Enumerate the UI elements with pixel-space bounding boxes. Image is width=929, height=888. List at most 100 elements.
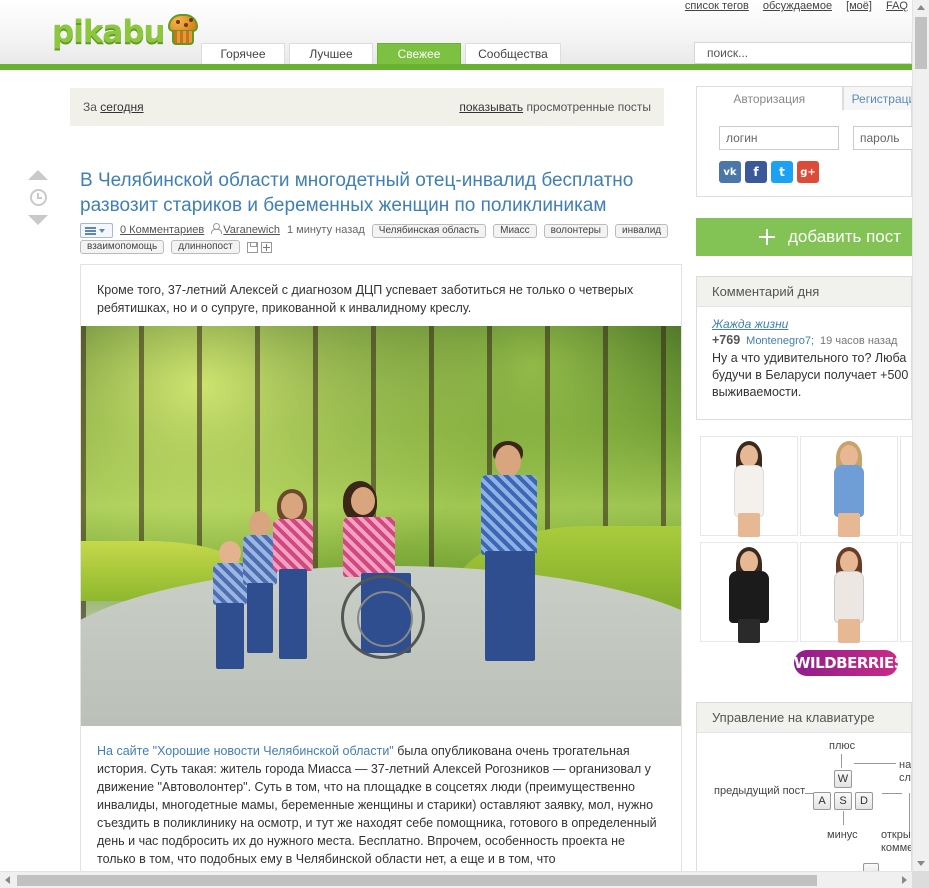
add-post-button[interactable]: добавить пост	[696, 218, 912, 256]
show-viewed-link[interactable]: показывать	[459, 100, 523, 114]
period-select[interactable]: сегодня	[100, 100, 143, 114]
story-toggle-button[interactable]	[80, 223, 113, 238]
key-a: A	[813, 792, 831, 810]
top-links: список тегов обсуждаемое [моё] FAQ	[685, 0, 908, 12]
horizontal-scroll-thumb[interactable]	[17, 875, 817, 886]
comment-author[interactable]: Montenegro7;	[746, 335, 814, 347]
ad-product-image[interactable]	[900, 436, 912, 536]
tag[interactable]: волонтеры	[543, 223, 608, 238]
header-divider	[0, 64, 912, 70]
key-s: S	[834, 792, 852, 810]
tags-list-link[interactable]: список тегов	[685, 0, 749, 12]
tag[interactable]: Челябинская область	[371, 223, 487, 238]
ad-product-image[interactable]	[900, 542, 912, 642]
viewed-filter: показывать просмотренные посты	[459, 100, 651, 114]
list-icon	[85, 226, 96, 235]
login-input[interactable]: логин	[719, 126, 839, 150]
key-label-minus: минус	[827, 829, 858, 841]
post-title[interactable]: В Челябинской области многодетный отец-и…	[80, 168, 680, 218]
tag[interactable]: длиннопост	[171, 240, 240, 254]
add-post-label: добавить пост	[788, 227, 902, 246]
author-link[interactable]: Varanewich	[223, 221, 280, 240]
period-prefix: За	[83, 100, 97, 114]
logo[interactable]: pikabu	[52, 10, 200, 54]
save-icon[interactable]	[246, 241, 258, 253]
vertical-scroll-thumb[interactable]	[915, 17, 927, 69]
ad-product-image[interactable]	[700, 436, 798, 537]
tab-registration[interactable]: Регистрация	[842, 86, 912, 111]
chevron-down-icon	[99, 228, 105, 233]
keyboard-help: Управление на клавиатуре плюс начало сле…	[696, 702, 912, 888]
downvote-icon[interactable]	[28, 215, 48, 225]
wildberries-logo[interactable]: WILDBERRIES	[794, 650, 905, 676]
article-text: была опубликована очень трогательная ист…	[97, 744, 657, 866]
key-w: W	[834, 770, 852, 788]
key-label-next: начало следующего	[899, 759, 911, 784]
comment-post-link[interactable]: Жажда жизни	[712, 317, 911, 331]
comment-text: Ну а что удивительного то? Люба будучи в…	[712, 351, 909, 399]
post-time: 1 минуту назад	[286, 224, 365, 236]
comment-of-day-heading: Комментарий дня	[697, 277, 911, 307]
tab-fresh[interactable]: Свежее	[377, 43, 461, 64]
social-login: vk f t g+	[719, 161, 819, 183]
key-label-prev: предыдущий пост	[714, 785, 806, 797]
period-filter: За сегодня	[83, 100, 144, 114]
source-link[interactable]: На сайте "Хорошие новости Челябинской об…	[97, 744, 394, 758]
comments-link[interactable]: 0 Комментариев	[120, 221, 204, 240]
comment-of-day: Комментарий дня Жажда жизни +769 Montene…	[696, 276, 912, 420]
scrollbar-corner	[912, 871, 929, 888]
tab-best[interactable]: Лучшее	[289, 43, 373, 64]
key-label-open-comments: открыть комментарии	[881, 829, 912, 854]
keyboard-heading: Управление на клавиатуре	[697, 703, 911, 733]
scroll-left-icon[interactable]	[5, 876, 10, 884]
tag[interactable]: инвалид	[614, 223, 669, 238]
post-photo	[81, 326, 681, 726]
upvote-icon[interactable]	[28, 170, 48, 180]
vk-icon[interactable]: vk	[719, 161, 741, 183]
vote-controls	[27, 170, 49, 225]
key-label-plus: плюс	[829, 740, 856, 752]
header: pikabu список тегов обсуждаемое [моё] FA…	[0, 0, 912, 70]
ad-product-image[interactable]	[800, 542, 898, 643]
faq-link[interactable]: FAQ	[886, 0, 908, 12]
post-article: На сайте "Хорошие новости Челябинской об…	[81, 726, 681, 868]
mine-link[interactable]: [моё]	[846, 0, 872, 12]
expand-icon[interactable]	[260, 241, 272, 253]
filter-bar: За сегодня показывать просмотренные пост…	[70, 88, 664, 126]
tag[interactable]: Миасс	[493, 223, 537, 238]
comment-rating: +769	[712, 333, 741, 347]
keyboard-diagram: плюс начало следующего предыдущий пост W…	[697, 733, 912, 887]
ad-product-image[interactable]	[700, 542, 798, 643]
advertisement[interactable]: WILDBERRIES	[696, 436, 912, 684]
scroll-right-icon[interactable]	[902, 876, 907, 884]
ad-product-image[interactable]	[800, 436, 898, 537]
clock-icon	[30, 189, 47, 206]
viewed-label: просмотренные посты	[526, 100, 651, 114]
auth-tabs: Авторизация Регистрация	[696, 86, 912, 111]
google-plus-icon[interactable]: g+	[797, 161, 819, 183]
vertical-scrollbar[interactable]	[912, 0, 929, 871]
tag[interactable]: взаимопомощь	[80, 240, 165, 254]
tab-authorization[interactable]: Авторизация	[696, 86, 843, 111]
user-icon	[211, 223, 223, 234]
scroll-up-icon[interactable]	[917, 5, 925, 10]
main-tabs: Горячее Лучшее Свежее Сообщества	[201, 43, 561, 64]
facebook-icon[interactable]: f	[745, 161, 767, 183]
twitter-icon[interactable]: t	[771, 161, 793, 183]
scroll-down-icon[interactable]	[917, 861, 925, 866]
search-input[interactable]: поиск...	[694, 42, 912, 64]
page: pikabu список тегов обсуждаемое [моё] FA…	[0, 0, 929, 888]
discussed-link[interactable]: обсуждаемое	[763, 0, 832, 12]
plus-icon	[759, 229, 775, 245]
post-body: Кроме того, 37-летний Алексей с диагнозо…	[80, 264, 682, 888]
key-d: D	[855, 792, 873, 810]
horizontal-scrollbar[interactable]	[0, 871, 912, 888]
tab-communities[interactable]: Сообщества	[465, 43, 561, 64]
auth-panel: логин пароль vk f t g+	[696, 110, 923, 197]
post-meta: 0 Комментариев Varanewich 1 минуту назад…	[80, 221, 692, 254]
logo-text: pikabu	[52, 14, 166, 50]
comment-time: 19 часов назад	[820, 335, 898, 347]
tab-hot[interactable]: Горячее	[201, 43, 285, 64]
muffin-icon	[166, 14, 200, 48]
post-intro: Кроме того, 37-летний Алексей с диагнозо…	[97, 283, 634, 315]
